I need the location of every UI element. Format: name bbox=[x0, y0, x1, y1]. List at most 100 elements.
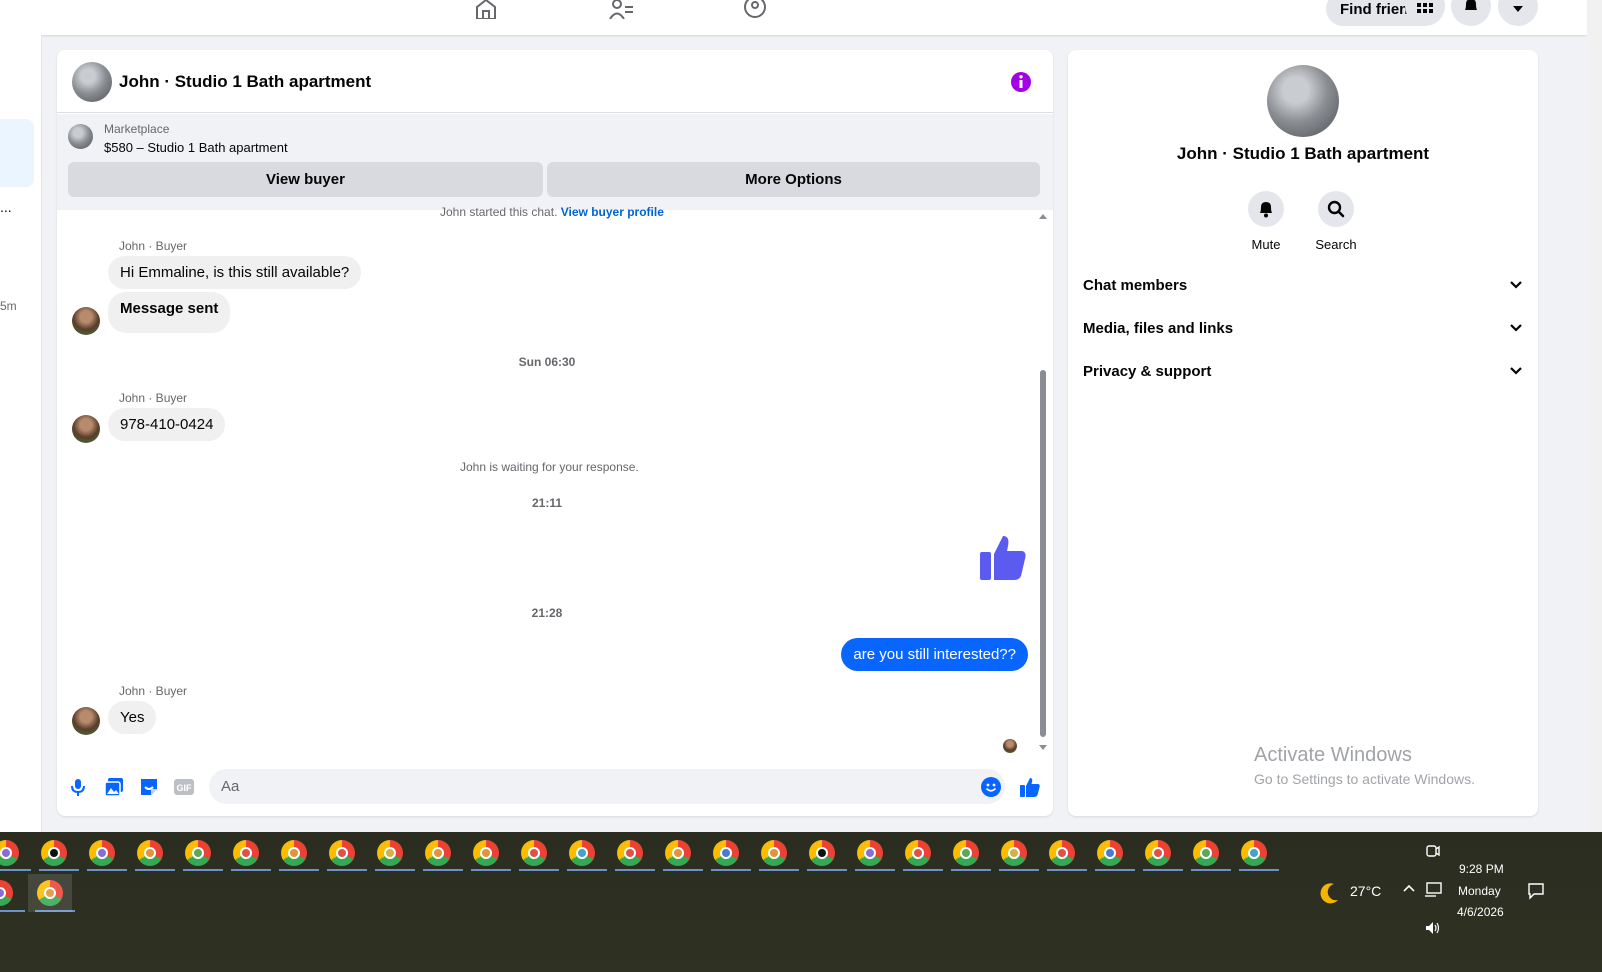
chrome-taskbar-icon[interactable] bbox=[281, 840, 307, 866]
avatar[interactable] bbox=[72, 415, 100, 443]
chrome-taskbar-icon[interactable] bbox=[1145, 840, 1171, 866]
open-window-indicator bbox=[1047, 869, 1087, 871]
volume-icon[interactable] bbox=[1424, 920, 1442, 939]
scroll-up-icon[interactable] bbox=[1039, 214, 1047, 219]
bell-icon[interactable] bbox=[1248, 191, 1284, 227]
chrome-taskbar-icon[interactable] bbox=[137, 840, 163, 866]
chrome-taskbar-icon[interactable] bbox=[1193, 840, 1219, 866]
notification-center-icon[interactable] bbox=[1527, 882, 1545, 903]
chrome-taskbar-icon[interactable] bbox=[809, 840, 835, 866]
chrome-taskbar-icon[interactable] bbox=[425, 840, 451, 866]
chrome-taskbar-icon[interactable] bbox=[905, 840, 931, 866]
chrome-taskbar-icon[interactable] bbox=[0, 880, 13, 906]
message-input[interactable] bbox=[209, 769, 1005, 804]
open-window-indicator bbox=[1095, 869, 1135, 871]
chrome-taskbar-icon[interactable] bbox=[233, 840, 259, 866]
more-dots[interactable]: ... bbox=[0, 199, 12, 215]
chrome-taskbar-icon[interactable] bbox=[569, 840, 595, 866]
scroll-down-icon[interactable] bbox=[1039, 745, 1047, 750]
clock-day[interactable]: Monday bbox=[1458, 884, 1501, 898]
outgoing-message[interactable]: are you still interested?? bbox=[841, 638, 1028, 671]
chrome-taskbar-icon[interactable] bbox=[1049, 840, 1075, 866]
thumbs-up-icon[interactable] bbox=[977, 532, 1029, 584]
avatar[interactable] bbox=[1267, 65, 1339, 137]
home-icon[interactable] bbox=[473, 0, 499, 20]
mute-button[interactable]: Mute bbox=[1236, 191, 1296, 252]
clock-time[interactable]: 9:28 PM bbox=[1459, 862, 1504, 876]
more-options-button[interactable]: More Options bbox=[547, 162, 1040, 197]
page-scrollbar[interactable] bbox=[1587, 0, 1602, 832]
open-window-indicator bbox=[759, 869, 799, 871]
chrome-taskbar-icon[interactable] bbox=[41, 840, 67, 866]
search-label: Search bbox=[1315, 237, 1357, 252]
photo-icon[interactable] bbox=[103, 776, 125, 798]
chrome-taskbar-icon[interactable] bbox=[1001, 840, 1027, 866]
chevron-down-icon bbox=[1509, 320, 1523, 337]
chrome-taskbar-icon[interactable] bbox=[617, 840, 643, 866]
chrome-taskbar-icon[interactable] bbox=[1241, 840, 1267, 866]
like-icon[interactable] bbox=[1019, 776, 1041, 798]
open-window-indicator bbox=[423, 869, 463, 871]
avatar[interactable] bbox=[72, 307, 100, 335]
meet-now-icon[interactable] bbox=[1425, 844, 1441, 861]
sticker-icon[interactable] bbox=[138, 776, 160, 798]
chrome-taskbar-icon[interactable] bbox=[953, 840, 979, 866]
friends-icon[interactable] bbox=[608, 0, 634, 20]
chat-header: John · Studio 1 Bath apartment bbox=[57, 50, 1053, 113]
open-window-indicator bbox=[0, 910, 25, 912]
network-icon[interactable] bbox=[1424, 882, 1442, 901]
moon-icon bbox=[1316, 880, 1342, 911]
timestamp: 21:11 bbox=[531, 496, 563, 510]
open-window-indicator bbox=[183, 869, 223, 871]
info-icon[interactable] bbox=[1010, 71, 1032, 93]
chrome-taskbar-icon[interactable] bbox=[89, 840, 115, 866]
incoming-message[interactable]: Hi Emmaline, is this still available? bbox=[108, 256, 362, 289]
chat-details-panel: John · Studio 1 Bath apartment Mute Sear… bbox=[1068, 50, 1538, 816]
emoji-icon[interactable] bbox=[980, 776, 1002, 798]
open-window-indicator bbox=[39, 869, 79, 871]
groups-icon[interactable] bbox=[742, 0, 768, 20]
weather-temp[interactable]: 27°C bbox=[1350, 883, 1381, 899]
chrome-taskbar-icon[interactable] bbox=[1097, 840, 1123, 866]
chrome-taskbar-icon[interactable] bbox=[713, 840, 739, 866]
chrome-taskbar-icon[interactable] bbox=[377, 840, 403, 866]
open-window-indicator bbox=[519, 869, 559, 871]
open-window-indicator bbox=[807, 869, 847, 871]
chevron-up-icon[interactable] bbox=[1402, 882, 1416, 897]
open-window-indicator bbox=[999, 869, 1039, 871]
chrome-taskbar-icon[interactable] bbox=[857, 840, 883, 866]
chat-title[interactable]: John · Studio 1 Bath apartment bbox=[119, 72, 371, 92]
chrome-taskbar-icon[interactable] bbox=[665, 840, 691, 866]
chevron-down-icon bbox=[1509, 277, 1523, 294]
avatar[interactable] bbox=[72, 707, 100, 735]
clock-date[interactable]: 4/6/2026 bbox=[1457, 905, 1504, 919]
open-window-indicator bbox=[0, 869, 31, 871]
privacy-support-row[interactable]: Privacy & support bbox=[1083, 356, 1523, 386]
bell-icon[interactable] bbox=[1451, 0, 1491, 26]
listing-thumbnail bbox=[68, 124, 93, 149]
caret-down-icon[interactable] bbox=[1498, 0, 1538, 26]
microphone-icon[interactable] bbox=[67, 776, 89, 798]
chrome-taskbar-icon[interactable] bbox=[761, 840, 787, 866]
incoming-message[interactable]: Message sent bbox=[108, 292, 231, 333]
open-window-indicator bbox=[567, 869, 607, 871]
scroll-thumb[interactable] bbox=[1040, 370, 1046, 737]
chrome-taskbar-icon[interactable] bbox=[473, 840, 499, 866]
chrome-taskbar-icon[interactable] bbox=[329, 840, 355, 866]
media-files-links-row[interactable]: Media, files and links bbox=[1083, 313, 1523, 343]
incoming-message[interactable]: 978-410-0424 bbox=[108, 408, 226, 441]
avatar[interactable] bbox=[72, 62, 112, 102]
chat-members-row[interactable]: Chat members bbox=[1083, 270, 1523, 300]
chrome-taskbar-icon[interactable] bbox=[521, 840, 547, 866]
incoming-message[interactable]: Yes bbox=[108, 701, 157, 734]
open-window-indicator bbox=[327, 869, 367, 871]
message-scrollbar[interactable] bbox=[1037, 210, 1049, 760]
search-icon[interactable] bbox=[1318, 191, 1354, 227]
selected-chat-item[interactable] bbox=[0, 119, 34, 187]
search-button[interactable]: Search bbox=[1306, 191, 1366, 252]
gif-icon[interactable]: GIF bbox=[173, 776, 195, 798]
view-buyer-button[interactable]: View buyer bbox=[68, 162, 543, 197]
chrome-taskbar-icon[interactable] bbox=[0, 840, 19, 866]
view-buyer-profile-link[interactable]: View buyer profile bbox=[561, 205, 664, 219]
chrome-taskbar-icon[interactable] bbox=[185, 840, 211, 866]
